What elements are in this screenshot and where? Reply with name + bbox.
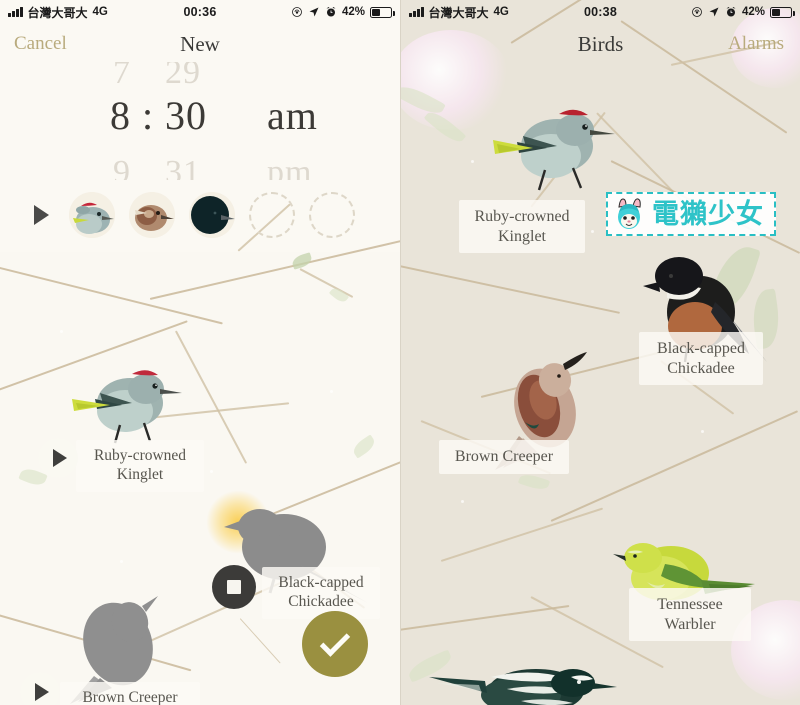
selected-period: am — [267, 93, 318, 138]
status-bar: 台灣大哥大 4G 00:36 42% — [0, 0, 400, 24]
bird-label-chickadee: Black-capped Chickadee — [262, 567, 380, 619]
screen-new-alarm: 台灣大哥大 4G 00:36 42% Cancel New 7 29 8: 3… — [0, 0, 400, 705]
otter-girl-mascot-icon — [612, 197, 646, 231]
cancel-button[interactable]: Cancel — [14, 33, 67, 55]
battery-percent: 42% — [341, 6, 365, 18]
bird-ruby-crowned-kinglet[interactable] — [493, 96, 623, 201]
check-icon — [319, 625, 351, 657]
bird-label-kinglet[interactable]: Ruby-crowned Kinglet — [459, 200, 585, 254]
time-picker-row-selected[interactable]: 8 : 30 am — [0, 92, 400, 139]
ghost-minute-below: 31 — [165, 154, 201, 180]
black-capped-chickadee-avatar[interactable] — [189, 192, 235, 238]
battery-percent: 42% — [741, 6, 765, 18]
bird-ruby-crowned-kinglet[interactable] — [70, 355, 190, 450]
empty-slot-2[interactable] — [309, 192, 355, 238]
play-button-kinglet[interactable] — [38, 438, 78, 478]
play-icon[interactable] — [34, 205, 49, 225]
ruby-crowned-kinglet-avatar[interactable] — [69, 192, 115, 238]
bird-label-kinglet: Ruby-crowned Kinglet — [76, 440, 204, 492]
battery-icon — [770, 6, 795, 18]
nav-bar: Birds Alarms — [401, 24, 800, 64]
screen-birds-list: 台灣大哥大 4G 00:38 42% Birds Alarms Ruby-cro… — [400, 0, 800, 705]
time-picker[interactable]: 7 29 8 : 30 am 9 31 pm — [0, 62, 400, 180]
ghost-period-below: pm — [267, 154, 313, 180]
ghost-hour-above: 7 — [113, 62, 131, 91]
ghost-hour-below: 9 — [113, 154, 131, 180]
time-picker-row-above[interactable]: 7 29 — [0, 62, 400, 92]
watermark-text: 電獺少女 — [652, 198, 764, 230]
nav-bar: Cancel New — [0, 24, 400, 64]
play-icon — [53, 449, 67, 467]
bird-label-warbler[interactable]: Tennessee Warbler — [629, 588, 751, 642]
play-button-creeper[interactable] — [20, 672, 60, 705]
location-arrow-icon — [309, 7, 319, 17]
confirm-button[interactable] — [302, 611, 368, 677]
rotation-lock-icon — [292, 7, 302, 17]
ghost-minute-above: 29 — [165, 62, 201, 91]
bird-label-creeper: Brown Creeper — [60, 682, 200, 705]
play-icon — [35, 683, 49, 701]
selected-minute: 30 — [165, 93, 207, 138]
time-picker-row-below[interactable]: 9 31 pm — [0, 154, 400, 180]
bird-selector-strip — [0, 182, 400, 248]
bird-label-creeper[interactable]: Brown Creeper — [439, 440, 569, 474]
battery-icon — [370, 6, 395, 18]
rotation-lock-icon — [692, 7, 702, 17]
selected-hour: 8 — [110, 93, 131, 138]
bird-label-chickadee[interactable]: Black-capped Chickadee — [639, 332, 763, 386]
watermark: 電獺少女 — [606, 192, 776, 236]
time-separator: : — [141, 93, 155, 138]
location-arrow-icon — [709, 7, 719, 17]
alarm-clock-icon — [326, 7, 336, 17]
alarm-clock-icon — [726, 7, 736, 17]
stop-icon — [227, 580, 241, 594]
alarms-button[interactable]: Alarms — [728, 33, 784, 55]
bird-black-and-white-warbler[interactable] — [421, 655, 631, 705]
empty-slot-1[interactable] — [249, 192, 295, 238]
brown-creeper-avatar[interactable] — [129, 192, 175, 238]
stop-button-chickadee[interactable] — [212, 565, 256, 609]
screenshot-root: 台灣大哥大 4G 00:36 42% Cancel New 7 29 8: 3… — [0, 0, 800, 705]
status-bar: 台灣大哥大 4G 00:38 42% — [401, 0, 800, 24]
